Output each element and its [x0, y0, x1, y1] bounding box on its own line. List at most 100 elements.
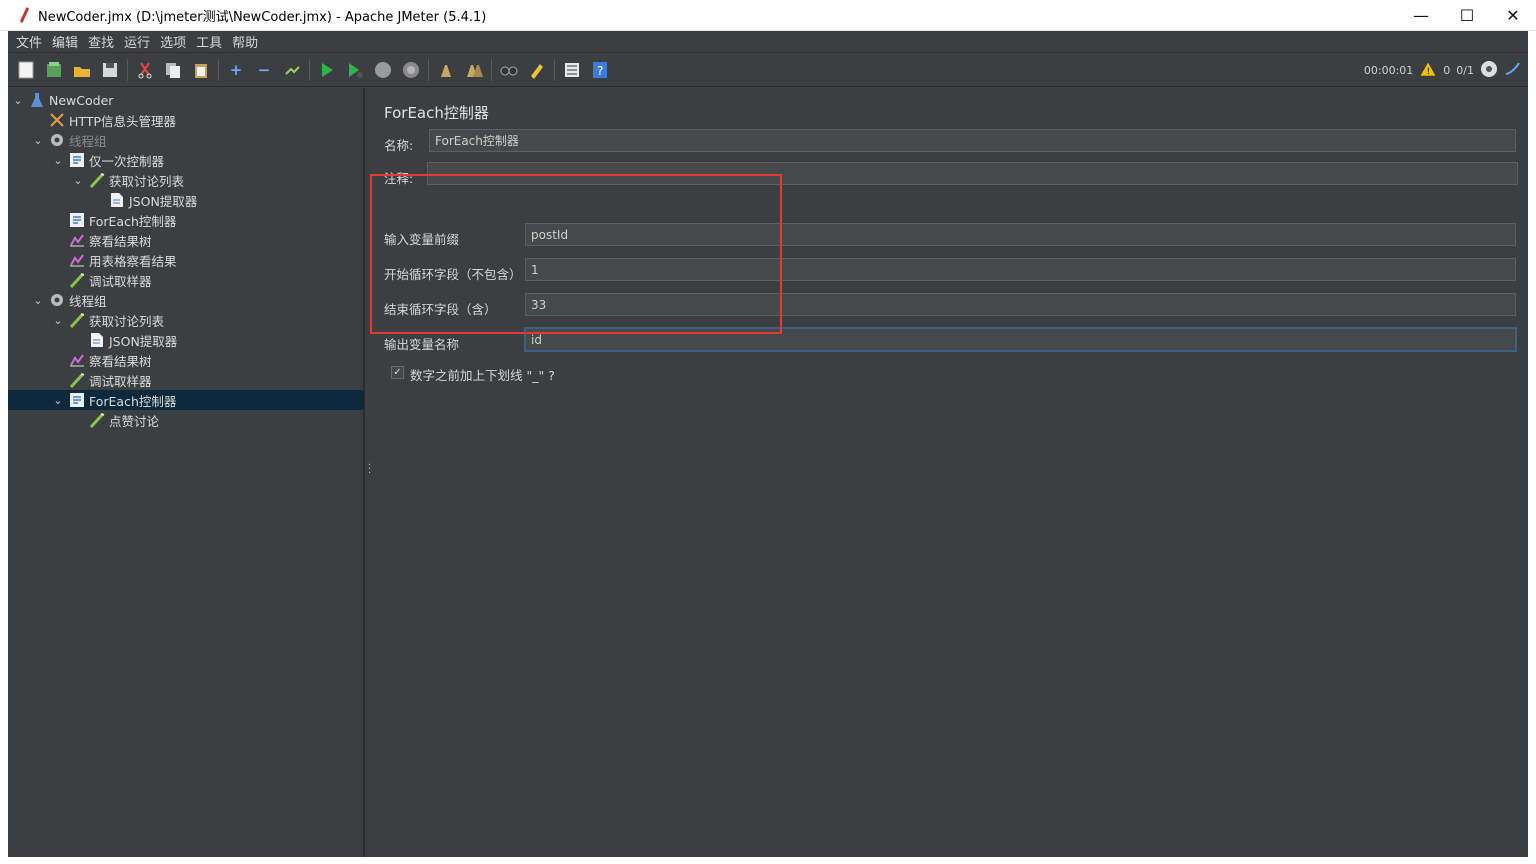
templates-icon[interactable]	[43, 59, 65, 81]
tree-node[interactable]: ForEach控制器	[8, 210, 364, 230]
start-no-pause-icon[interactable]	[344, 59, 366, 81]
tree-node[interactable]: HTTP信息头管理器	[8, 110, 364, 130]
tree-node[interactable]: ⌄ 线程组	[8, 290, 364, 310]
tree-node-label: HTTP信息头管理器	[69, 113, 176, 129]
tree-node[interactable]: JSON提取器	[8, 190, 364, 210]
menu-search[interactable]: 查找	[83, 32, 119, 51]
toggle-icon[interactable]	[281, 59, 303, 81]
copy-icon[interactable]	[162, 59, 184, 81]
stop-icon[interactable]	[372, 59, 394, 81]
new-icon[interactable]	[15, 59, 37, 81]
toolbar-separator	[491, 58, 492, 81]
toolbar-separator	[127, 58, 128, 81]
clear-all-icon[interactable]	[463, 59, 485, 81]
tree-node[interactable]: ⌄ 线程组	[8, 130, 364, 150]
active-threads: 0/1	[1456, 63, 1474, 77]
tree-node-label: 用表格察看结果	[89, 253, 177, 269]
chevron-down-icon[interactable]: ⌄	[72, 174, 84, 187]
name-field[interactable]	[429, 129, 1516, 152]
chevron-down-icon[interactable]: ⌄	[12, 94, 24, 107]
tree-node-label: NewCoder	[49, 92, 114, 108]
tree-node[interactable]: 察看结果树	[8, 230, 364, 250]
tree-node[interactable]: ⌄ NewCoder	[8, 90, 364, 110]
tree-node[interactable]: JSON提取器	[8, 330, 364, 350]
tree-node-label: JSON提取器	[109, 333, 178, 349]
open-icon[interactable]	[71, 59, 93, 81]
test-plan-tree: ⌄ NewCoder HTTP信息头管理器 ⌄ 线程组 ⌄ 仅一次控制器 ⌄ 获取讨论列表 JSO…	[8, 88, 364, 857]
warning-icon[interactable]: !	[1419, 60, 1437, 80]
chevron-down-icon[interactable]: ⌄	[52, 314, 64, 327]
menu-run[interactable]: 运行	[119, 32, 155, 51]
chevron-down-icon[interactable]: ⌄	[52, 154, 64, 167]
svg-text:!: !	[1427, 67, 1431, 77]
reset-search-icon[interactable]	[526, 59, 548, 81]
chevron-down-icon[interactable]: ⌄	[52, 394, 64, 407]
tree-node-label: 点赞讨论	[109, 413, 160, 429]
clear-icon[interactable]	[435, 59, 457, 81]
tree-node-label: ForEach控制器	[89, 213, 177, 229]
shutdown-icon[interactable]	[400, 59, 422, 81]
tree-node-label: 察看结果树	[89, 233, 152, 249]
tree-node[interactable]: ⌄ 获取讨论列表	[8, 170, 364, 190]
tree-node-label: 调试取样器	[89, 373, 152, 389]
menu-bar: 文件 编辑 查找 运行 选项 工具 帮助	[8, 31, 1528, 53]
start-icon[interactable]	[316, 59, 338, 81]
minimize-button[interactable]: —	[1398, 0, 1444, 31]
tree-node-label: 仅一次控制器	[89, 153, 165, 169]
output-variable-label: 输出变量名称	[384, 337, 460, 352]
elapsed-timer: 00:00:01	[1363, 63, 1414, 77]
tree-node[interactable]: 调试取样器	[8, 370, 364, 390]
tree-node[interactable]: 察看结果树	[8, 350, 364, 370]
panel-title: ForEach控制器	[384, 104, 489, 122]
gear-icon	[48, 131, 66, 149]
menu-file[interactable]: 文件	[11, 32, 47, 51]
menu-edit[interactable]: 编辑	[47, 32, 83, 51]
expand-all-icon[interactable]: +	[225, 59, 247, 81]
chevron-down-icon[interactable]: ⌄	[32, 134, 44, 147]
menu-options[interactable]: 选项	[155, 32, 191, 51]
tree-node[interactable]: 用表格察看结果	[8, 250, 364, 270]
menu-tools[interactable]: 工具	[191, 32, 227, 51]
toolbar: + − ? 00:00:01 ! 0 0/1	[8, 53, 1528, 87]
chevron-down-icon[interactable]: ⌄	[32, 294, 44, 307]
tree-node-label: 察看结果树	[89, 353, 152, 369]
collapse-all-icon[interactable]: −	[253, 59, 275, 81]
underscore-checkbox[interactable]: ✓	[391, 366, 404, 379]
paste-icon[interactable]	[190, 59, 212, 81]
chart-icon	[68, 351, 86, 369]
tree-node-label: JSON提取器	[129, 193, 198, 209]
toolbar-separator	[428, 58, 429, 81]
close-button[interactable]: ✕	[1490, 0, 1536, 31]
help-icon[interactable]: ?	[589, 59, 611, 81]
tree-node[interactable]: ⌄ 仅一次控制器	[8, 150, 364, 170]
toolbar-separator	[554, 58, 555, 81]
save-icon[interactable]	[99, 59, 121, 81]
sampler-icon	[68, 311, 86, 329]
jmeter-main-window: 文件 编辑 查找 运行 选项 工具 帮助 + − ? 00:00:01 ! 0 …	[8, 31, 1528, 857]
search-icon[interactable]	[498, 59, 520, 81]
controller-icon	[68, 391, 86, 409]
background-window-right	[1528, 31, 1536, 857]
background-window-left	[0, 31, 8, 857]
tree-node[interactable]: ⌄ 获取讨论列表	[8, 310, 364, 330]
log-viewer-icon[interactable]	[1504, 60, 1522, 81]
cut-icon[interactable]	[134, 59, 156, 81]
tree-node[interactable]: 调试取样器	[8, 270, 364, 290]
tree-node[interactable]: 点赞讨论	[8, 410, 364, 430]
gear-icon	[48, 291, 66, 309]
tree-node[interactable]: ⌄ ForEach控制器	[8, 390, 364, 410]
tree-node-label: 调试取样器	[89, 273, 152, 289]
tree-node-label: 线程组	[69, 133, 107, 149]
maximize-button[interactable]: ☐	[1444, 0, 1490, 31]
function-helper-icon[interactable]	[561, 59, 583, 81]
menu-help[interactable]: 帮助	[227, 32, 263, 51]
controller-icon	[68, 151, 86, 169]
remote-engine-icon[interactable]	[1480, 60, 1498, 81]
document-icon	[88, 331, 106, 349]
